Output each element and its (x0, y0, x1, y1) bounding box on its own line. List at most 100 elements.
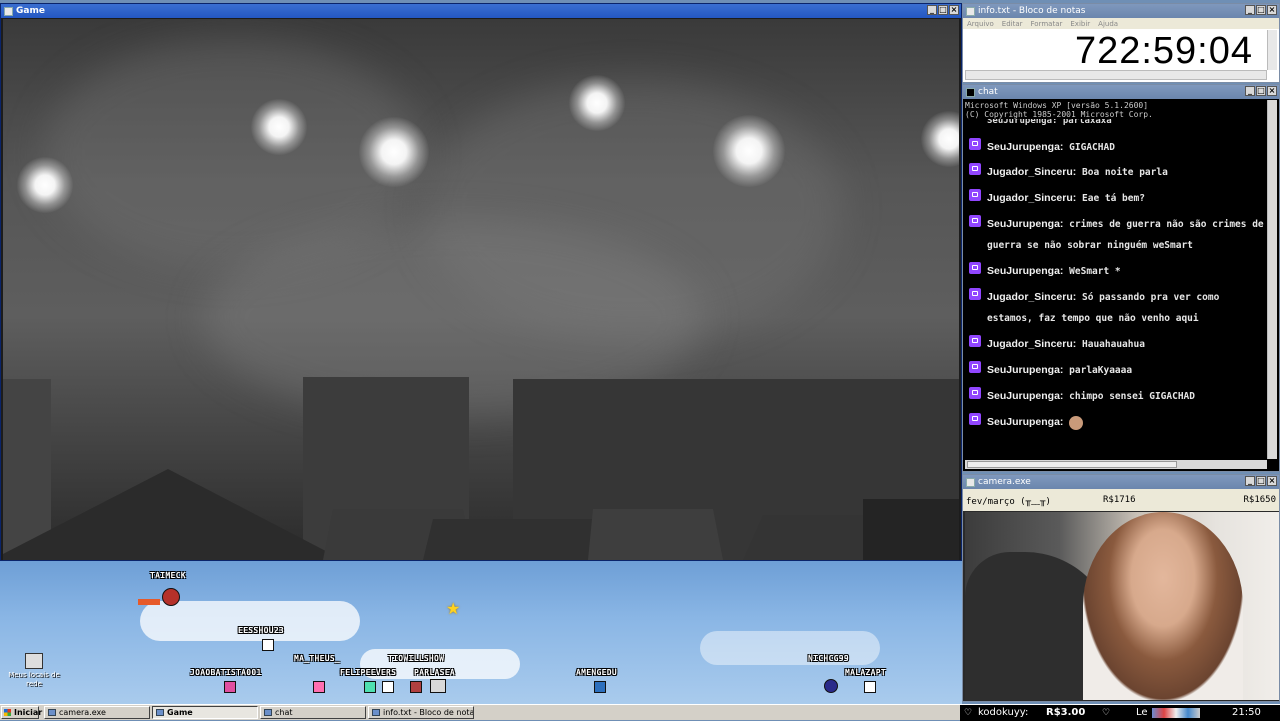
chat-horizontal-scrollbar[interactable] (965, 460, 1267, 469)
maximize-button[interactable]: □ (1256, 476, 1266, 486)
network-places-shortcut[interactable]: Meus locais de rede (8, 653, 60, 689)
viewer-avatar (162, 588, 180, 606)
twitch-icon (969, 361, 981, 373)
goal-current-amount: R$1716 (1103, 495, 1136, 505)
chat-text: Boa noite parla (1082, 167, 1168, 178)
notepad-window[interactable]: info.txt - Bloco de notas _ □ × Arquivo … (962, 3, 1280, 83)
chat-message: Jugador_Sinceru: Boa noite parla (965, 162, 1269, 183)
taskbar: Iniciar camera.exe Game chat info.txt - … (0, 704, 1280, 721)
twitch-icon (969, 288, 981, 300)
maximize-button[interactable]: □ (1256, 5, 1266, 15)
chat-username: SeuJurupenga: (987, 141, 1064, 153)
minimize-button[interactable]: _ (1245, 476, 1255, 486)
scrollbar-thumb[interactable] (967, 461, 1177, 468)
camera-app-icon (966, 477, 975, 487)
maximize-button[interactable]: □ (1256, 86, 1266, 96)
viewer-name: PARLASEA (414, 668, 455, 677)
chat-window[interactable]: chat _ □ × Microsoft Windows XP [versão … (962, 84, 1280, 472)
emote-icon (1069, 415, 1084, 430)
minimize-button[interactable]: _ (927, 5, 937, 15)
donor-name: kodokuyy: (978, 707, 1029, 718)
viewer-avatar (364, 681, 376, 693)
camera-window[interactable]: camera.exe _ □ × fev/março (╥﹏╥) R$1716 … (962, 474, 1280, 702)
streamer-person (1083, 512, 1243, 700)
subscription-goal-bar: fev/março (╥﹏╥) R$1716 R$1650 (963, 489, 1279, 511)
console-header: Microsoft Windows XP [versão 5.1.2600] (… (963, 99, 1279, 119)
menu-editar[interactable]: Editar (1002, 20, 1023, 28)
menu-arquivo[interactable]: Arquivo (967, 20, 994, 28)
notepad-horizontal-scrollbar[interactable] (965, 70, 1267, 80)
sky-cloud (700, 631, 880, 665)
viewer-name: FELIPEEVERS (340, 668, 397, 677)
rooftops (3, 469, 959, 560)
viewer-avatar (824, 679, 838, 693)
minimize-button[interactable]: _ (1245, 86, 1255, 96)
console-icon (966, 87, 975, 97)
donation-ticker: ♡ kodokuyy: R$3.00 ♡ Le 21:50 (960, 705, 1280, 721)
game-window-icon (4, 6, 13, 16)
menu-formatar[interactable]: Formatar (1031, 20, 1063, 28)
twitch-icon (969, 189, 981, 201)
taskbar-item-chat[interactable]: chat (260, 706, 366, 719)
twitch-icon (969, 215, 981, 227)
notepad-titlebar[interactable]: info.txt - Bloco de notas _ □ × (963, 4, 1279, 18)
chat-text: Hauahauahua (1082, 339, 1145, 350)
rocket-trail (138, 599, 160, 605)
twitch-icon (969, 163, 981, 175)
notepad-title: info.txt - Bloco de notas (978, 6, 1086, 16)
chat-username: SeuJurupenga: (987, 265, 1064, 277)
console-version-line: Microsoft Windows XP [versão 5.1.2600] (965, 101, 1149, 110)
chat-message-list[interactable]: SeuJurupenga: GIGACHAD Jugador_Sinceru: … (965, 137, 1269, 433)
chat-text: parlaKyaaaa (1069, 365, 1133, 376)
notepad-vertical-scrollbar[interactable] (1267, 30, 1277, 70)
viewer-name: JOAOBATISTA001 (190, 668, 262, 677)
viewer-avatar (262, 639, 274, 651)
close-button[interactable]: × (1267, 5, 1277, 15)
chat-message: Jugador_Sinceru: Hauahauahua (965, 334, 1269, 355)
chat-text: chimpo sensei GIGACHAD (1069, 391, 1196, 402)
donation-amount: R$3.00 (1046, 707, 1086, 718)
menu-ajuda[interactable]: Ajuda (1098, 20, 1118, 28)
menu-exibir[interactable]: Exibir (1070, 20, 1090, 28)
network-computer-icon (25, 653, 43, 669)
tray-icons[interactable] (1152, 708, 1200, 718)
camera-titlebar[interactable]: camera.exe _ □ × (963, 475, 1279, 489)
heart-icon: ♡ (1102, 708, 1111, 718)
close-button[interactable]: × (1267, 86, 1277, 96)
flare-light (921, 111, 959, 167)
minimize-button[interactable]: _ (1245, 5, 1255, 15)
chat-vertical-scrollbar[interactable] (1267, 100, 1277, 459)
star-icon: ★ (446, 599, 461, 618)
stream-timer: 722:59:04 (1074, 30, 1253, 72)
taskbar-item-camera[interactable]: camera.exe (44, 706, 150, 719)
taskbar-item-notepad[interactable]: info.txt - Bloco de notas (368, 706, 474, 719)
start-button[interactable]: Iniciar (1, 706, 42, 719)
chat-username: SeuJurupenga: (987, 218, 1064, 230)
chat-username: Jugador_Sinceru: (987, 192, 1077, 204)
chat-message: Jugador_Sinceru: Só passando pra ver com… (965, 287, 1269, 329)
close-button[interactable]: × (1267, 476, 1277, 486)
maximize-button[interactable]: □ (938, 5, 948, 15)
game-window[interactable]: Game _ □ × (0, 3, 962, 561)
viewer-avatar (430, 679, 446, 693)
viewer-name: EESSHOU23 (238, 626, 285, 635)
game-scene[interactable] (3, 19, 959, 560)
chat-titlebar[interactable]: chat _ □ × (963, 85, 1279, 99)
chat-partial-message: SeuJurupenga: parlaxaxa (987, 119, 1112, 126)
viewer-avatar (410, 681, 422, 693)
chat-username: Jugador_Sinceru: (987, 291, 1077, 303)
chat-message: SeuJurupenga: parlaKyaaaa (965, 360, 1269, 381)
notepad-icon (966, 6, 975, 16)
chat-username: Jugador_Sinceru: (987, 338, 1077, 350)
network-places-label: Meus locais de rede (8, 671, 60, 688)
goal-target-amount: R$1650 (1243, 495, 1276, 505)
close-button[interactable]: × (949, 5, 959, 15)
game-titlebar[interactable]: Game _ □ × (1, 4, 961, 18)
viewer-name: NICHCG99 (808, 654, 849, 663)
flare-light (713, 115, 785, 187)
chat-text: Eae tá bem? (1082, 193, 1145, 204)
flare-light (359, 117, 429, 187)
viewer-avatar (382, 681, 394, 693)
viewer-avatar (594, 681, 606, 693)
taskbar-item-game[interactable]: Game (152, 706, 258, 719)
